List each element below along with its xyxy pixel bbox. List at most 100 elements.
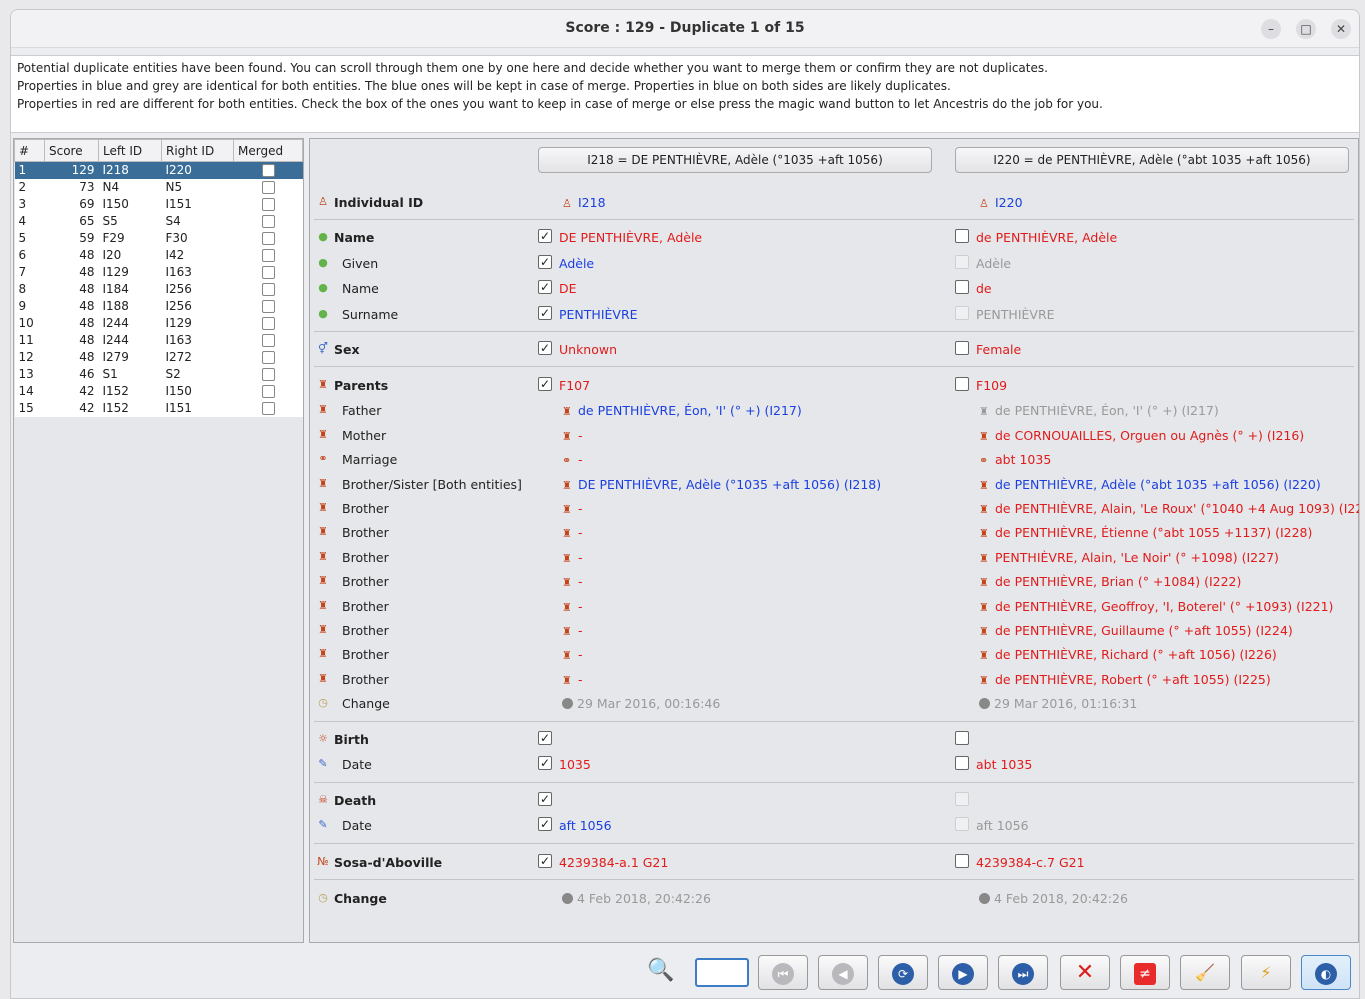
duplicate-row[interactable]: 9 48 I188 I256 xyxy=(14,297,303,315)
right-marriage-value[interactable]: ⚭ abt 1035 xyxy=(979,452,1051,467)
left-birth-date-checkbox[interactable]: ✓ xyxy=(538,756,552,770)
left-change-text: 29 Mar 2016, 00:16:46 xyxy=(577,696,721,711)
duplicate-row[interactable]: 7 48 I129 I163 xyxy=(14,263,303,281)
right-brother-value[interactable]: ♜ de PENTHIÈVRE, Étienne (°abt 1055 +1137… xyxy=(979,525,1312,540)
col-header-number[interactable]: # xyxy=(14,139,45,162)
right-brother-value[interactable]: ♜ de PENTHIÈVRE, Robert (° +aft 1055) (I2… xyxy=(979,672,1271,687)
duplicate-row[interactable]: 8 48 I184 I256 xyxy=(14,280,303,298)
col-header-right-id[interactable]: Right ID xyxy=(161,139,234,162)
merged-checkbox[interactable] xyxy=(261,266,275,279)
left-individual-id-value[interactable]: ♙ I218 xyxy=(562,195,606,210)
col-header-score[interactable]: Score xyxy=(44,139,99,162)
left-brother-value[interactable]: ♜ - xyxy=(562,501,583,516)
merged-checkbox[interactable] xyxy=(261,368,275,381)
merged-checkbox[interactable] xyxy=(261,164,275,178)
merge-button[interactable]: ◐ xyxy=(1301,955,1351,990)
left-brother-value[interactable]: ♜ - xyxy=(562,550,583,565)
last-button[interactable]: ⏭ xyxy=(998,955,1048,990)
right-birth-checkbox[interactable] xyxy=(955,731,969,745)
left-brother-value[interactable]: ♜ - xyxy=(562,574,583,589)
right-sibling-value[interactable]: ♜ de PENTHIÈVRE, Adèle (°abt 1035 +aft 10… xyxy=(979,477,1321,492)
merged-checkbox[interactable] xyxy=(261,198,275,211)
duplicate-row[interactable]: 3 69 I150 I151 xyxy=(14,195,303,213)
left-brother-value[interactable]: ♜ - xyxy=(562,623,583,638)
right-name-checkbox[interactable] xyxy=(955,229,969,243)
left-brother-value[interactable]: ♜ - xyxy=(562,599,583,614)
merged-checkbox[interactable] xyxy=(261,334,275,347)
maximize-button[interactable]: □ xyxy=(1296,19,1316,39)
birth-date-label: Date xyxy=(342,757,372,772)
first-button[interactable]: ⏮ xyxy=(758,955,808,990)
merged-checkbox[interactable] xyxy=(261,283,275,296)
left-brother-value[interactable]: ♜ - xyxy=(562,647,583,662)
next-button[interactable]: ▶ xyxy=(938,955,988,990)
right-parents-checkbox[interactable] xyxy=(955,377,969,391)
right-birth-date-checkbox[interactable] xyxy=(955,756,969,770)
right-brother-value[interactable]: ♜ de PENTHIÈVRE, Geoffroy, 'I, Boterel' (… xyxy=(979,599,1333,614)
close-window-button[interactable]: ✕ xyxy=(1331,19,1351,39)
merged-checkbox[interactable] xyxy=(261,215,275,228)
right-brother-value[interactable]: ♜ PENTHIÈVRE, Alain, 'Le Noir' (° +1098) … xyxy=(979,550,1279,565)
duplicate-left-id: S5 xyxy=(98,212,162,230)
merged-checkbox[interactable] xyxy=(261,300,275,313)
duplicate-right-id: I256 xyxy=(161,280,234,298)
duplicate-row[interactable]: 14 42 I152 I150 xyxy=(14,382,303,400)
right-entity-button[interactable]: I220 = de PENTHIÈVRE, Adèle (°abt 1035 +… xyxy=(955,147,1349,173)
col-header-merged[interactable]: Merged xyxy=(233,139,303,162)
duplicate-row[interactable]: 5 59 F29 F30 xyxy=(14,229,303,247)
left-brother-value[interactable]: ♜ - xyxy=(562,672,583,687)
left-death-checkbox[interactable]: ✓ xyxy=(538,792,552,806)
left-entity-button[interactable]: I218 = DE PENTHIÈVRE, Adèle (°1035 +aft … xyxy=(538,147,932,173)
left-father-value[interactable]: ♜ de PENTHIÈVRE, Éon, 'I' (° +) (I217) xyxy=(562,403,802,418)
duplicate-row[interactable]: 13 46 S1 S2 xyxy=(14,365,303,383)
merged-checkbox[interactable] xyxy=(261,351,275,364)
right-sex-checkbox[interactable] xyxy=(955,341,969,355)
col-header-left-id[interactable]: Left ID xyxy=(98,139,162,162)
duplicate-row[interactable]: 11 48 I244 I163 xyxy=(14,331,303,349)
duplicate-row[interactable]: 12 48 I279 I272 xyxy=(14,348,303,366)
magic-wand-button[interactable]: ⚡ xyxy=(1241,955,1291,990)
refresh-button[interactable]: ⟳ xyxy=(878,955,928,990)
merged-checkbox[interactable] xyxy=(261,402,275,415)
left-parents-checkbox[interactable]: ✓ xyxy=(538,377,552,391)
left-mother-value[interactable]: ♜ - xyxy=(562,428,583,443)
minimize-button[interactable]: – xyxy=(1261,19,1281,39)
different-button[interactable]: ≠ xyxy=(1120,955,1170,990)
merged-checkbox[interactable] xyxy=(261,232,275,245)
left-name-prefix-checkbox[interactable]: ✓ xyxy=(538,280,552,294)
left-sosa-checkbox[interactable]: ✓ xyxy=(538,854,552,868)
duplicate-row[interactable]: 15 42 I152 I151 xyxy=(14,399,303,417)
search-input[interactable] xyxy=(695,958,749,987)
right-brother-value[interactable]: ♜ de PENTHIÈVRE, Guillaume (° +aft 1055) … xyxy=(979,623,1293,638)
left-death-date-checkbox[interactable]: ✓ xyxy=(538,817,552,831)
right-mother-value[interactable]: ♜ de CORNOUAILLES, Orguen ou Agnès (° +) … xyxy=(979,428,1304,443)
clean-button[interactable]: 🧹 xyxy=(1180,955,1230,990)
right-brother-value[interactable]: ♜ de PENTHIÈVRE, Richard (° +aft 1056) (I… xyxy=(979,647,1277,662)
right-father-value[interactable]: ♜ de PENTHIÈVRE, Éon, 'I' (° +) (I217) xyxy=(979,403,1219,418)
left-sex-checkbox[interactable]: ✓ xyxy=(538,341,552,355)
left-given-checkbox[interactable]: ✓ xyxy=(538,255,552,269)
merged-checkbox[interactable] xyxy=(261,181,275,194)
left-marriage-value[interactable]: ⚭ - xyxy=(562,452,583,467)
duplicate-row[interactable]: 6 48 I20 I42 xyxy=(14,246,303,264)
not-duplicate-button[interactable]: ✕ xyxy=(1060,955,1110,990)
duplicate-row[interactable]: 4 65 S5 S4 xyxy=(14,212,303,230)
previous-button[interactable]: ◀ xyxy=(818,955,868,990)
right-sosa-checkbox[interactable] xyxy=(955,854,969,868)
duplicate-row[interactable]: 1 129 I218 I220 xyxy=(14,161,303,179)
brother-label: Brother xyxy=(342,647,389,663)
merged-checkbox[interactable] xyxy=(261,249,275,262)
left-surname-checkbox[interactable]: ✓ xyxy=(538,306,552,320)
right-name-prefix-checkbox[interactable] xyxy=(955,280,969,294)
left-birth-checkbox[interactable]: ✓ xyxy=(538,731,552,745)
merged-checkbox[interactable] xyxy=(261,385,275,398)
right-brother-value[interactable]: ♜ de PENTHIÈVRE, Brian (° +1084) (I222) xyxy=(979,574,1241,589)
left-brother-value[interactable]: ♜ - xyxy=(562,525,583,540)
left-sibling-value[interactable]: ♜ DE PENTHIÈVRE, Adèle (°1035 +aft 1056) … xyxy=(562,477,881,492)
right-individual-id-value[interactable]: ♙ I220 xyxy=(979,195,1023,210)
right-brother-value[interactable]: ♜ de PENTHIÈVRE, Alain, 'Le Roux' (°1040 … xyxy=(979,501,1359,516)
duplicate-row[interactable]: 10 48 I244 I129 xyxy=(14,314,303,332)
duplicate-row[interactable]: 2 73 N4 N5 xyxy=(14,178,303,196)
left-name-checkbox[interactable]: ✓ xyxy=(538,229,552,243)
merged-checkbox[interactable] xyxy=(261,317,275,330)
